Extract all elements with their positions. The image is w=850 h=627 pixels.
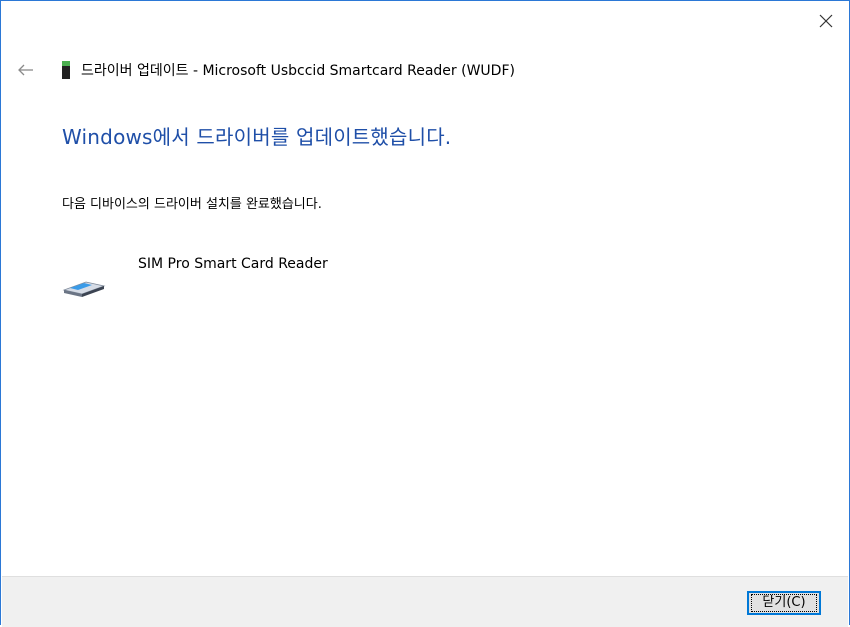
device-name: SIM Pro Smart Card Reader <box>138 256 328 272</box>
dialog-footer: 닫기(C) <box>2 576 848 627</box>
back-button[interactable] <box>15 59 37 81</box>
smartcard-reader-icon <box>62 276 106 302</box>
device-item: SIM Pro Smart Card Reader <box>62 256 462 306</box>
wizard-title: 드라이버 업데이트 - Microsoft Usbccid Smartcard … <box>81 63 515 79</box>
driver-update-window: 드라이버 업데이트 - Microsoft Usbccid Smartcard … <box>0 0 850 627</box>
wizard-title-row: 드라이버 업데이트 - Microsoft Usbccid Smartcard … <box>61 59 515 81</box>
window-close-button[interactable] <box>803 1 849 41</box>
close-button[interactable]: 닫기(C) <box>747 591 821 615</box>
usb-device-icon <box>61 61 71 79</box>
completion-description: 다음 디바이스의 드라이버 설치를 완료했습니다. <box>62 197 322 212</box>
page-heading: Windows에서 드라이버를 업데이트했습니다. <box>62 125 452 149</box>
close-icon <box>819 14 833 28</box>
close-button-label: 닫기(C) <box>751 594 817 612</box>
back-arrow-icon <box>18 64 33 76</box>
